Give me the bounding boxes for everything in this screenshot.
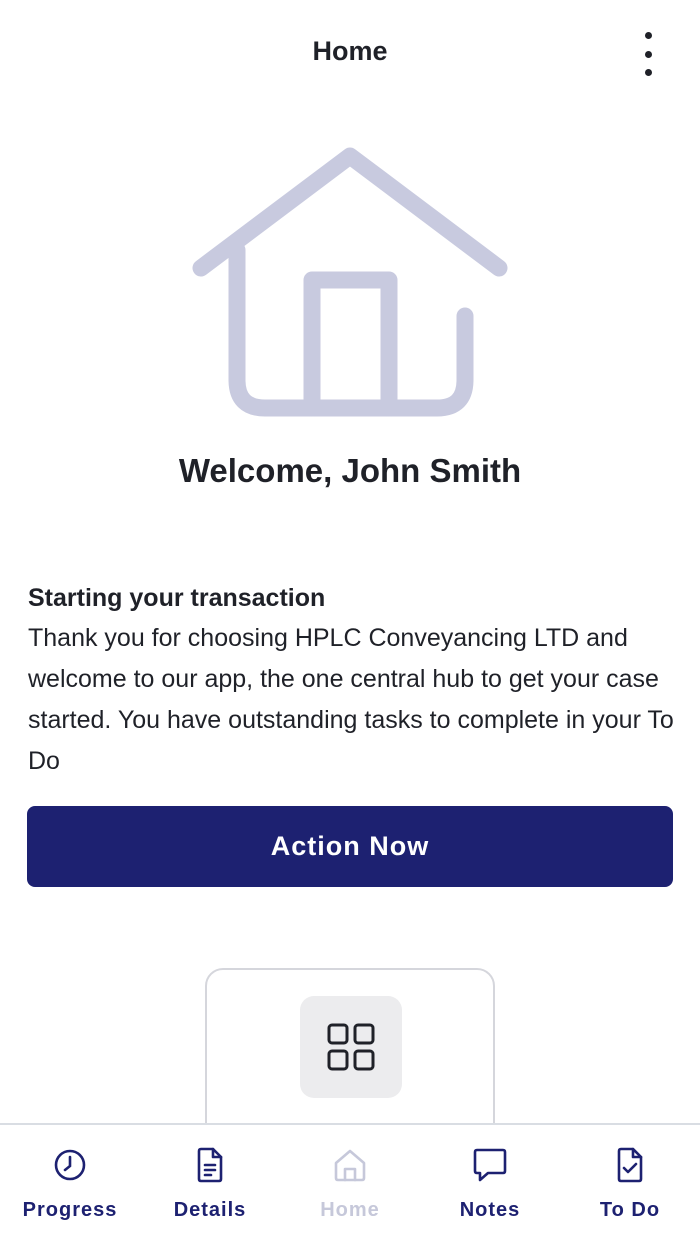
grid-icon	[327, 1023, 375, 1071]
nav-label: To Do	[599, 1199, 661, 1221]
nav-item-home[interactable]: Home	[280, 1125, 420, 1244]
card-icon-tile	[300, 996, 402, 1098]
document-icon	[192, 1145, 228, 1185]
top-bar: Home	[0, 0, 700, 110]
nav-item-notes[interactable]: Notes	[420, 1125, 560, 1244]
nav-item-progress[interactable]: Progress	[0, 1125, 140, 1244]
nav-label: Progress	[22, 1199, 118, 1221]
bottom-navigation: Progress Details Home Notes To Do	[0, 1123, 700, 1244]
nav-item-details[interactable]: Details	[140, 1125, 280, 1244]
nav-item-todo[interactable]: To Do	[560, 1125, 700, 1244]
chat-bubble-icon	[472, 1145, 508, 1185]
welcome-heading: Welcome, John Smith	[178, 452, 522, 489]
house-icon	[192, 147, 508, 417]
checklist-document-icon	[612, 1145, 648, 1185]
more-vertical-icon[interactable]	[634, 30, 662, 78]
transaction-info: Starting your transaction Thank you for …	[28, 578, 674, 782]
action-now-button[interactable]: Action Now	[27, 806, 673, 887]
section-body: Thank you for choosing HPLC Conveyancing…	[28, 624, 674, 775]
section-title: Starting your transaction	[28, 584, 326, 612]
home-screen: Home Welcome, John Smith Starting your t…	[0, 0, 700, 1244]
nav-label: Home	[320, 1199, 380, 1221]
nav-label: Notes	[459, 1199, 521, 1221]
home-icon	[332, 1145, 368, 1185]
nav-label: Details	[173, 1199, 247, 1221]
clock-icon	[52, 1145, 88, 1185]
page-title: Home	[312, 36, 388, 66]
